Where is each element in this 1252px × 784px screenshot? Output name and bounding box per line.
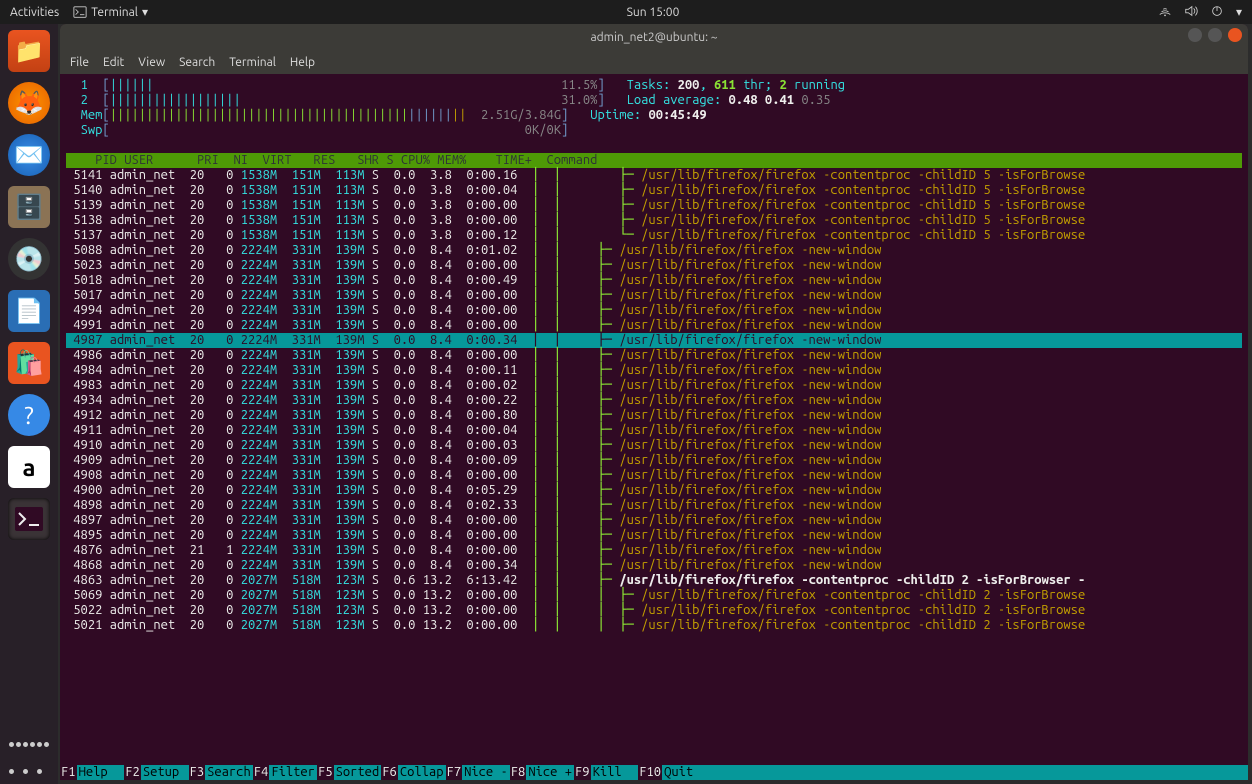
menu-file[interactable]: File [70, 56, 89, 69]
window-titlebar[interactable]: admin_net2@ubuntu: ~ [60, 24, 1248, 50]
process-row[interactable]: 4876 admin_net 21 1 2224M 331M 139M S 0.… [66, 543, 881, 557]
terminal-window: admin_net2@ubuntu: ~ File Edit View Search T… [60, 24, 1248, 780]
archive-icon[interactable]: 🗄️ [8, 186, 50, 228]
fnkey-F8: F8 [510, 765, 527, 780]
process-row[interactable]: 4898 admin_net 20 0 2224M 331M 139M S 0.… [66, 498, 881, 512]
fnlabel-F5[interactable]: Sorted [334, 765, 382, 780]
fnlabel-F9[interactable]: Kill [591, 765, 639, 780]
fnkey-F2: F2 [124, 765, 141, 780]
function-key-bar: F1Help F2Setup F3SearchF4FilterF5SortedF… [60, 765, 1248, 780]
process-row[interactable]: 5139 admin_net 20 0 1538M 151M 113M S 0.… [66, 198, 1085, 212]
menu-search[interactable]: Search [179, 56, 215, 69]
fnlabel-F6[interactable]: Collap [398, 765, 446, 780]
process-row[interactable]: 4994 admin_net 20 0 2224M 331M 139M S 0.… [66, 303, 881, 317]
process-row[interactable]: 4863 admin_net 20 0 2027M 518M 123M S 0.… [66, 573, 1085, 587]
process-row[interactable]: 4895 admin_net 20 0 2224M 331M 139M S 0.… [66, 528, 881, 542]
fnkey-F10: F10 [638, 765, 662, 780]
process-row[interactable]: 4984 admin_net 20 0 2224M 331M 139M S 0.… [66, 363, 881, 377]
process-row[interactable]: 5138 admin_net 20 0 1538M 151M 113M S 0.… [66, 213, 1085, 227]
minimize-button[interactable] [1188, 28, 1202, 42]
process-row[interactable]: 5140 admin_net 20 0 1538M 151M 113M S 0.… [66, 183, 1085, 197]
writer-icon[interactable]: 📄 [8, 290, 50, 332]
process-row[interactable]: 4934 admin_net 20 0 2224M 331M 139M S 0.… [66, 393, 881, 407]
process-row[interactable]: 4911 admin_net 20 0 2224M 331M 139M S 0.… [66, 423, 881, 437]
process-row[interactable]: 4908 admin_net 20 0 2224M 331M 139M S 0.… [66, 468, 881, 482]
fnkey-F3: F3 [189, 765, 206, 780]
process-row[interactable]: 4910 admin_net 20 0 2224M 331M 139M S 0.… [66, 438, 881, 452]
fnkey-F6: F6 [381, 765, 398, 780]
thunderbird-icon[interactable]: ✉️ [8, 134, 50, 176]
fnkey-F1: F1 [60, 765, 77, 780]
process-row[interactable]: 4986 admin_net 20 0 2224M 331M 139M S 0.… [66, 348, 881, 362]
process-row[interactable]: 5069 admin_net 20 0 2027M 518M 123M S 0.… [66, 588, 1085, 602]
process-row[interactable]: 4900 admin_net 20 0 2224M 331M 139M S 0.… [66, 483, 881, 497]
process-row[interactable]: 5018 admin_net 20 0 2224M 331M 139M S 0.… [66, 273, 881, 287]
activities-button[interactable]: Activities [10, 6, 59, 19]
files-icon[interactable]: 📁 [8, 30, 50, 72]
fnlabel-F1[interactable]: Help [77, 765, 125, 780]
menu-view[interactable]: View [138, 56, 165, 69]
amazon-icon[interactable]: a [8, 446, 50, 488]
process-row[interactable]: 4983 admin_net 20 0 2224M 331M 139M S 0.… [66, 378, 881, 392]
system-menu-chevron-icon[interactable]: ▾ [1236, 5, 1242, 19]
menu-help[interactable]: Help [290, 56, 315, 69]
process-row[interactable]: 5023 admin_net 20 0 2224M 331M 139M S 0.… [66, 258, 881, 272]
process-row-selected[interactable]: 4987 admin_net 20 0 2224M 331M 139M S 0.… [66, 333, 1242, 348]
fnlabel-F3[interactable]: Search [205, 765, 253, 780]
window-title: admin_net2@ubuntu: ~ [590, 31, 717, 44]
help-icon[interactable]: ? [8, 394, 50, 436]
fnlabel-F4[interactable]: Filter [269, 765, 317, 780]
terminal-output[interactable]: 1 [|||||| 11.5%] Tasks: 200, 611 thr; 2 … [60, 74, 1248, 780]
disks-icon[interactable]: 💿 [8, 238, 50, 280]
fnlabel-F7[interactable]: Nice - [462, 765, 510, 780]
fnkey-F9: F9 [574, 765, 591, 780]
process-row[interactable]: 5022 admin_net 20 0 2027M 518M 123M S 0.… [66, 603, 1085, 617]
network-icon[interactable] [1158, 4, 1172, 21]
maximize-button[interactable] [1208, 28, 1222, 42]
process-row[interactable]: 4868 admin_net 20 0 2224M 331M 139M S 0.… [66, 558, 881, 572]
fnkey-F4: F4 [253, 765, 270, 780]
process-row[interactable]: 4912 admin_net 20 0 2224M 331M 139M S 0.… [66, 408, 881, 422]
close-button[interactable] [1228, 28, 1242, 42]
dock: 📁 🦊 ✉️ 🗄️ 💿 📄 🛍️ ? a [0, 24, 58, 784]
terminal-dock-icon[interactable] [8, 498, 50, 540]
software-icon[interactable]: 🛍️ [8, 342, 50, 384]
process-row[interactable]: 4897 admin_net 20 0 2224M 331M 139M S 0.… [66, 513, 881, 527]
process-row[interactable]: 5021 admin_net 20 0 2027M 518M 123M S 0.… [66, 618, 1085, 632]
process-row[interactable]: 5017 admin_net 20 0 2224M 331M 139M S 0.… [66, 288, 881, 302]
app-menu[interactable]: Terminal ▾ [73, 5, 148, 19]
process-row[interactable]: 4991 admin_net 20 0 2224M 331M 139M S 0.… [66, 318, 881, 332]
gnome-topbar: Activities Terminal ▾ Sun 15:00 ▾ [0, 0, 1252, 24]
process-row[interactable]: 5137 admin_net 20 0 1538M 151M 113M S 0.… [66, 228, 1085, 242]
power-icon[interactable] [1210, 4, 1224, 21]
process-row[interactable]: 5141 admin_net 20 0 1538M 151M 113M S 0.… [66, 168, 1085, 182]
terminal-icon [73, 5, 87, 19]
show-apps-icon[interactable] [8, 732, 50, 774]
volume-icon[interactable] [1184, 4, 1198, 21]
fnkey-F5: F5 [317, 765, 334, 780]
fnkey-F7: F7 [446, 765, 463, 780]
column-header[interactable]: PID USER PRI NI VIRT RES SHR S CPU% MEM%… [66, 153, 1242, 168]
menu-terminal[interactable]: Terminal [229, 56, 276, 69]
terminal-menubar: File Edit View Search Terminal Help [60, 50, 1248, 74]
fnlabel-F8[interactable]: Nice + [526, 765, 574, 780]
menu-edit[interactable]: Edit [103, 56, 124, 69]
firefox-icon[interactable]: 🦊 [8, 82, 50, 124]
clock[interactable]: Sun 15:00 [627, 6, 680, 19]
fnlabel-F10[interactable]: Quit [662, 765, 710, 780]
process-row[interactable]: 5088 admin_net 20 0 2224M 331M 139M S 0.… [66, 243, 881, 257]
fnlabel-F2[interactable]: Setup [141, 765, 189, 780]
process-row[interactable]: 4909 admin_net 20 0 2224M 331M 139M S 0.… [66, 453, 881, 467]
